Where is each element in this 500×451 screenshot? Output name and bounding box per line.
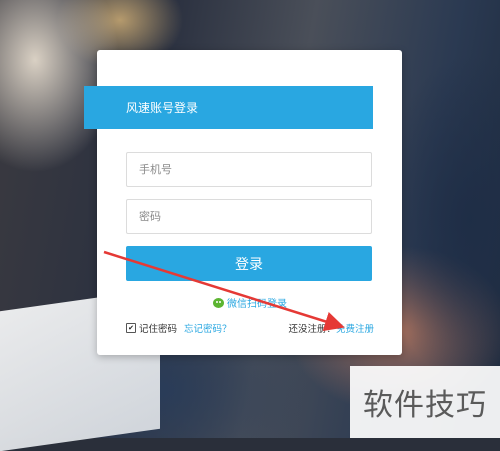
register-area: 还没注册？ 免费注册 (288, 321, 374, 335)
password-field[interactable] (126, 199, 372, 234)
login-button[interactable]: 登录 (126, 246, 372, 281)
login-title: 风速账号登录 (126, 101, 199, 115)
wechat-login-link[interactable]: 微信扫码登录 (213, 295, 287, 310)
phone-input[interactable] (127, 153, 371, 186)
watermark: 软件技巧 (350, 366, 500, 438)
no-account-text: 还没注册？ (288, 324, 336, 335)
password-input[interactable] (127, 200, 371, 233)
register-link[interactable]: 免费注册 (336, 321, 374, 335)
wechat-icon (213, 297, 224, 308)
forgot-password-link[interactable]: 忘记密码？ (184, 321, 232, 335)
wechat-login-label: 微信扫码登录 (227, 299, 287, 310)
phone-field[interactable] (126, 152, 372, 187)
remember-password[interactable]: ✔ 记住密码 (126, 321, 177, 335)
login-options-row: ✔ 记住密码 忘记密码？ 还没注册？ 免费注册 (126, 321, 374, 335)
remember-label: 记住密码 (139, 324, 178, 335)
login-title-bar: 风速账号登录 (84, 86, 373, 129)
remember-checkbox[interactable]: ✔ (126, 323, 136, 333)
